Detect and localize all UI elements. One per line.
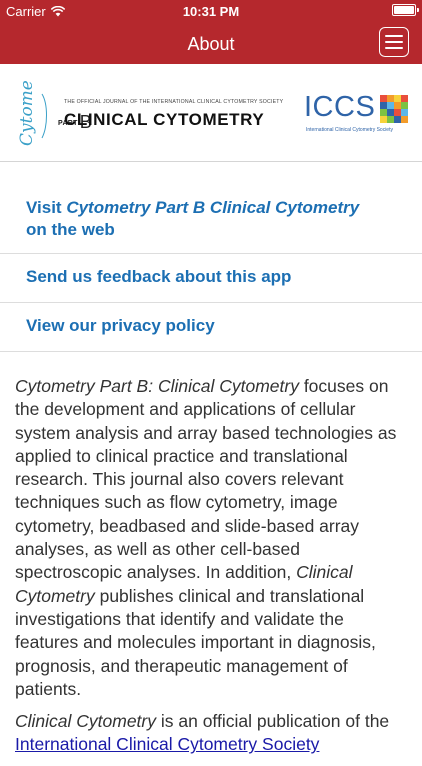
status-bar: Carrier 10:31 PM [0, 0, 422, 22]
visit-journal-name: Cytometry Part B Clinical Cytometry [66, 198, 360, 217]
iccs-link[interactable]: International Clinical Cytometry Society [15, 734, 319, 754]
page-title: About [187, 34, 235, 54]
cytometry-script-logo: Cytometry [17, 80, 47, 146]
battery-fill [394, 6, 414, 14]
battery-icon [392, 4, 419, 16]
society-line: THE OFFICIAL JOURNAL OF THE INTERNATIONA… [64, 99, 284, 105]
iccs-logo-mark [380, 95, 408, 123]
menu-line [385, 41, 403, 43]
hamburger-menu-icon[interactable] [379, 27, 409, 57]
about-paragraph-1: Cytometry Part B: Clinical Cytometry foc… [15, 375, 410, 701]
privacy-policy-link[interactable]: View our privacy policy [0, 303, 422, 352]
menu-line [385, 47, 403, 49]
link-list: Visit Cytometry Part B Clinical Cytometr… [0, 185, 422, 352]
about-text-c: is an official publication of the [156, 711, 390, 732]
clinical-cytometry-italic-2: Clinical Cytometry [15, 711, 156, 732]
journal-banner: Cytometry PART B THE OFFICIAL JOURNAL OF … [0, 64, 422, 162]
visit-prefix: Visit [26, 198, 67, 217]
navigation-bar: Carrier 10:31 PM About [0, 0, 422, 64]
journal-title: CLINICAL CYTOMETRY [64, 110, 265, 129]
feedback-link[interactable]: Send us feedback about this app [0, 254, 422, 303]
about-description: Cytometry Part B: Clinical Cytometry foc… [15, 375, 410, 766]
about-text-a: focuses on the development and applicati… [15, 376, 397, 583]
journal-name-italic: Cytometry Part B: Clinical Cytometry [15, 376, 299, 396]
status-right [392, 4, 419, 16]
iccs-logo-text: ICCS [304, 91, 376, 123]
visit-website-link[interactable]: Visit Cytometry Part B Clinical Cytometr… [0, 185, 422, 254]
visit-suffix: on the web [26, 220, 115, 239]
cytometry-script-text: Cytometry [17, 80, 37, 146]
menu-line [385, 35, 403, 37]
iccs-subtitle: International Clinical Cytometry Society [306, 127, 393, 133]
status-time: 10:31 PM [182, 4, 240, 19]
